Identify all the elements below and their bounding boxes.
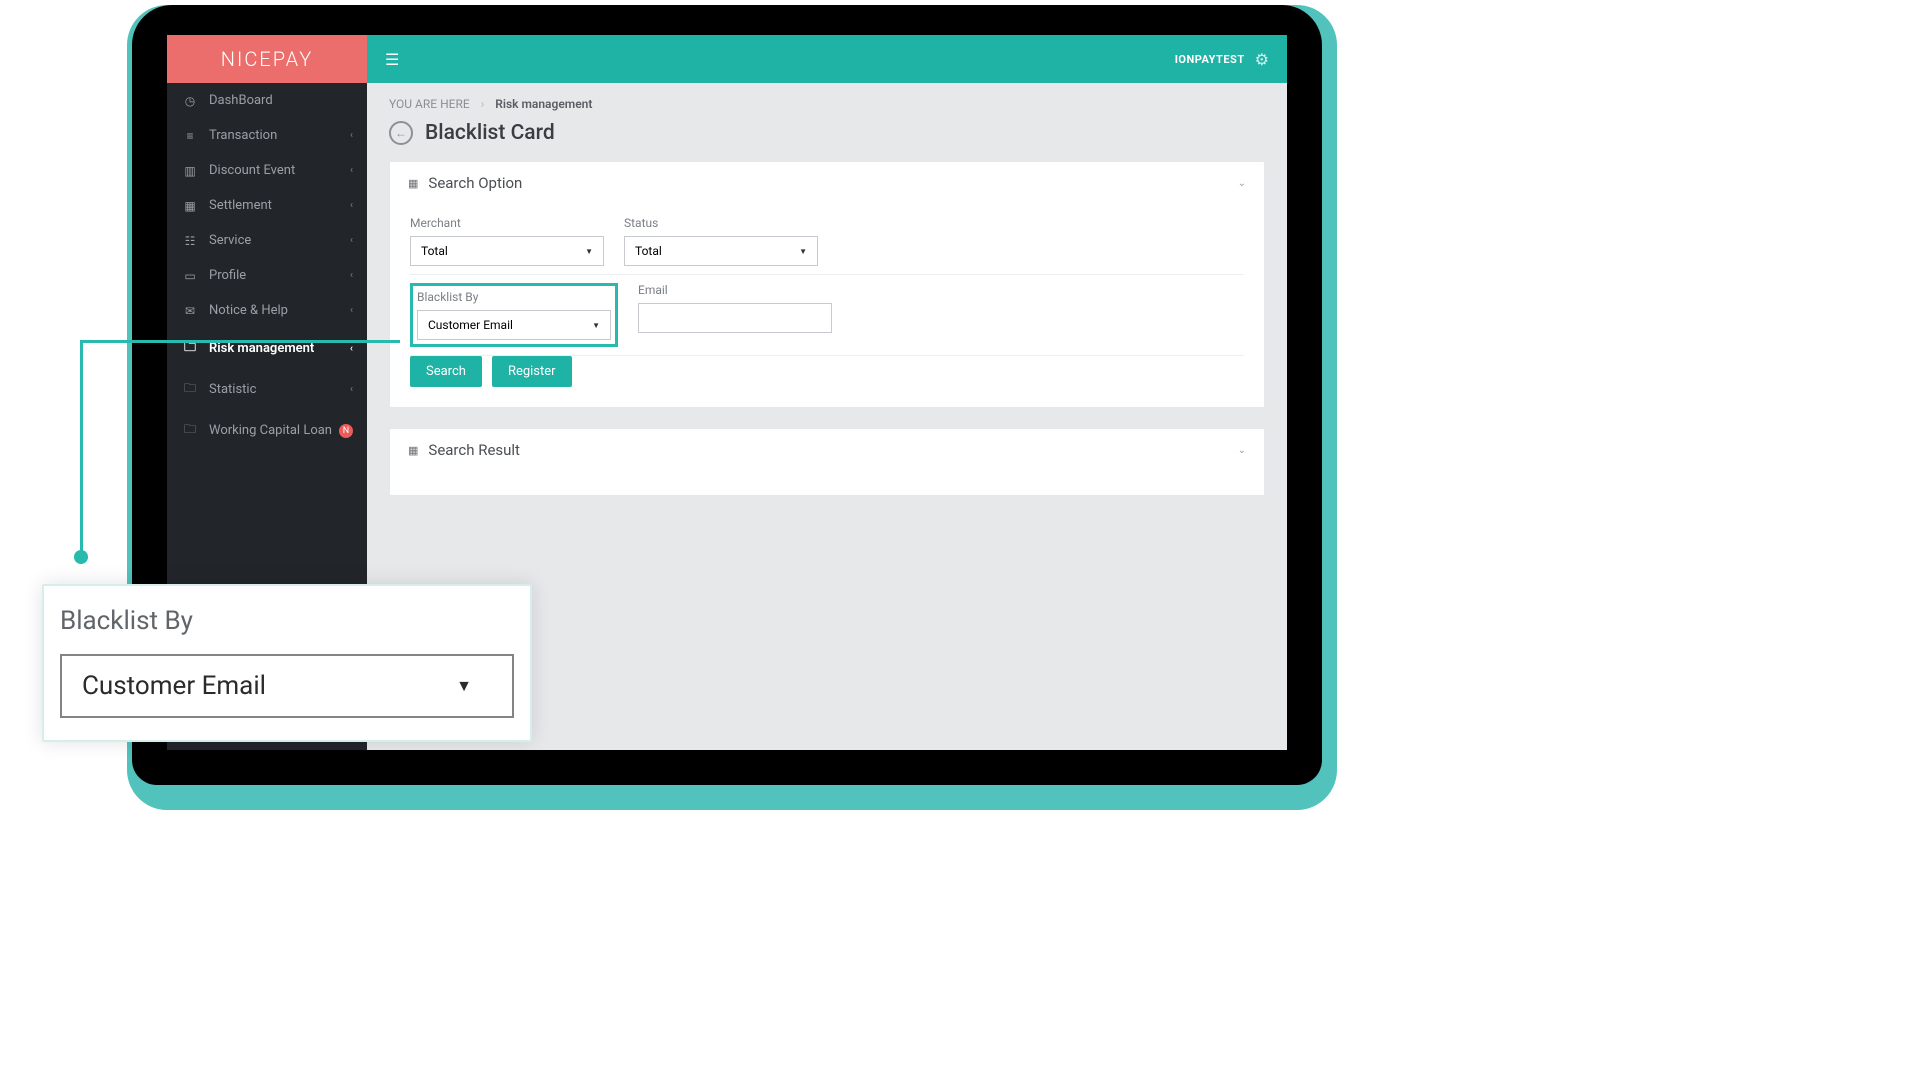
profile-icon: ▭	[181, 269, 199, 283]
service-icon: ☷	[181, 234, 199, 248]
status-select[interactable]: Total ▼	[624, 236, 818, 266]
chevron-left-icon: ‹	[350, 343, 353, 354]
search-button[interactable]: Search	[410, 356, 482, 387]
callout-select[interactable]: Customer Email ▼	[60, 654, 514, 718]
blacklistby-highlight: Blacklist By Customer Email ▼	[410, 283, 618, 347]
caret-down-icon: ▼	[585, 247, 593, 256]
brand-logo: NICEPAY	[167, 35, 367, 83]
blacklistby-group: Blacklist By Customer Email ▼	[417, 288, 611, 340]
merchant-value: Total	[421, 244, 448, 258]
status-label: Status	[624, 216, 818, 230]
chevron-left-icon: ‹	[350, 200, 353, 211]
connector-line	[80, 340, 83, 558]
breadcrumb: YOU ARE HERE › Risk management	[389, 97, 1265, 111]
panel-body	[390, 471, 1264, 495]
search-option-panel: ▦ Search Option ⌄ Merchant Total ▼	[389, 161, 1265, 408]
user-name: IONPAYTEST	[1175, 53, 1245, 66]
chevron-left-icon: ‹	[350, 305, 353, 316]
sidebar-item-label: Profile	[209, 268, 350, 283]
chevron-left-icon: ‹	[350, 165, 353, 176]
blacklistby-select[interactable]: Customer Email ▼	[417, 310, 611, 340]
sidebar-item-label: Discount Event	[209, 163, 350, 178]
sidebar-nav: ◷ DashBoard ≡ Transaction ‹ ▥ Discount E…	[167, 83, 367, 451]
sidebar-item-label: Service	[209, 233, 350, 248]
callout-popup: Blacklist By Customer Email ▼	[42, 584, 532, 742]
dashboard-icon: ◷	[181, 94, 199, 108]
email-group: Email	[638, 283, 832, 347]
status-value: Total	[635, 244, 662, 258]
sidebar-item-statistic[interactable]: 🗀 Statistic ‹	[167, 369, 367, 410]
back-button[interactable]: ←	[389, 121, 413, 145]
caret-down-icon: ▼	[799, 247, 807, 256]
sidebar-item-label: Transaction	[209, 128, 350, 143]
loan-icon: 🗀	[181, 420, 199, 441]
new-badge: N	[339, 424, 353, 438]
sidebar-item-loan[interactable]: 🗀 Working Capital Loan N	[167, 410, 367, 451]
connector-line	[80, 340, 400, 343]
sidebar-item-discount[interactable]: ▥ Discount Event ‹	[167, 153, 367, 188]
topbar: ☰ IONPAYTEST ⚙	[367, 35, 1287, 83]
sidebar-item-label: Statistic	[209, 382, 350, 397]
chevron-left-icon: ‹	[350, 130, 353, 141]
chevron-left-icon: ‹	[350, 384, 353, 395]
merchant-select[interactable]: Total ▼	[410, 236, 604, 266]
settlement-icon: ▦	[181, 199, 199, 213]
grid-icon: ▦	[408, 444, 418, 457]
merchant-label: Merchant	[410, 216, 604, 230]
sidebar-item-risk[interactable]: 🗀 Risk management ‹	[167, 328, 367, 369]
blacklistby-value: Customer Email	[428, 318, 513, 332]
register-button[interactable]: Register	[492, 356, 572, 387]
statistic-icon: 🗀	[181, 379, 199, 400]
transaction-icon: ≡	[181, 129, 199, 143]
button-row: Search Register	[410, 356, 1244, 387]
collapse-icon[interactable]: ⌄	[1238, 445, 1246, 456]
sidebar-item-label: Working Capital Loan	[209, 423, 333, 438]
caret-down-icon: ▼	[592, 321, 600, 330]
chevron-left-icon: ‹	[350, 270, 353, 281]
sidebar-item-settlement[interactable]: ▦ Settlement ‹	[167, 188, 367, 223]
sidebar-item-label: DashBoard	[209, 93, 353, 108]
panel-title: Search Option	[428, 174, 522, 192]
panel-header: ▦ Search Option ⌄	[390, 162, 1264, 204]
search-result-panel: ▦ Search Result ⌄	[389, 428, 1265, 496]
breadcrumb-separator: ›	[481, 97, 485, 111]
sidebar-item-label: Settlement	[209, 198, 350, 213]
breadcrumb-prefix: YOU ARE HERE	[389, 97, 470, 111]
page-title: Blacklist Card	[425, 121, 555, 145]
sidebar-item-notice[interactable]: ✉ Notice & Help ‹	[167, 293, 367, 328]
content: YOU ARE HERE › Risk management ← Blackli…	[367, 83, 1287, 530]
panel-title: Search Result	[428, 441, 520, 459]
sidebar-item-transaction[interactable]: ≡ Transaction ‹	[167, 118, 367, 153]
panel-body: Merchant Total ▼ Status Total ▼	[390, 204, 1264, 407]
hamburger-icon[interactable]: ☰	[385, 50, 399, 69]
sidebar-item-dashboard[interactable]: ◷ DashBoard	[167, 83, 367, 118]
grid-icon: ▦	[408, 177, 418, 190]
status-group: Status Total ▼	[624, 216, 818, 266]
sidebar-item-profile[interactable]: ▭ Profile ‹	[167, 258, 367, 293]
connector-dot	[74, 550, 88, 564]
email-input[interactable]	[638, 303, 832, 333]
collapse-icon[interactable]: ⌄	[1238, 178, 1246, 189]
chevron-left-icon: ‹	[350, 235, 353, 246]
callout-value: Customer Email	[82, 671, 266, 701]
blacklistby-label: Blacklist By	[417, 290, 611, 304]
sidebar-item-label: Notice & Help	[209, 303, 350, 318]
callout-label: Blacklist By	[60, 606, 514, 636]
sidebar-item-label: Risk management	[209, 341, 350, 356]
merchant-group: Merchant Total ▼	[410, 216, 604, 266]
breadcrumb-current: Risk management	[495, 97, 592, 111]
caret-down-icon: ▼	[456, 676, 472, 696]
sidebar-item-service[interactable]: ☷ Service ‹	[167, 223, 367, 258]
panel-header: ▦ Search Result ⌄	[390, 429, 1264, 471]
gear-icon[interactable]: ⚙	[1255, 50, 1269, 69]
page-title-row: ← Blacklist Card	[389, 121, 1265, 145]
discount-icon: ▥	[181, 164, 199, 178]
notice-icon: ✉	[181, 304, 199, 318]
email-label: Email	[638, 283, 832, 297]
